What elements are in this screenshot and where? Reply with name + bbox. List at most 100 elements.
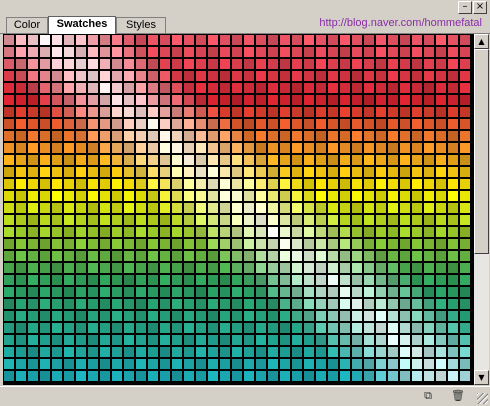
swatch-cell[interactable] — [172, 71, 182, 81]
swatch-cell[interactable] — [436, 287, 446, 297]
swatch-cell[interactable] — [28, 323, 38, 333]
swatch-cell[interactable] — [100, 47, 110, 57]
swatch-cell[interactable] — [316, 347, 326, 357]
swatch-cell[interactable] — [196, 119, 206, 129]
swatch-cell[interactable] — [136, 323, 146, 333]
swatch-cell[interactable] — [436, 371, 446, 381]
swatch-cell[interactable] — [436, 59, 446, 69]
swatch-cell[interactable] — [328, 71, 338, 81]
swatch-cell[interactable] — [436, 47, 446, 57]
swatch-cell[interactable] — [412, 323, 422, 333]
swatch-cell[interactable] — [16, 167, 26, 177]
swatch-cell[interactable] — [304, 251, 314, 261]
swatch-cell[interactable] — [424, 203, 434, 213]
swatch-cell[interactable] — [28, 275, 38, 285]
swatch-cell[interactable] — [136, 371, 146, 381]
swatch-cell[interactable] — [268, 335, 278, 345]
swatch-cell[interactable] — [292, 239, 302, 249]
swatch-cell[interactable] — [16, 275, 26, 285]
swatch-cell[interactable] — [424, 119, 434, 129]
swatch-cell[interactable] — [4, 95, 14, 105]
swatch-cell[interactable] — [196, 359, 206, 369]
swatch-cell[interactable] — [76, 191, 86, 201]
swatch-cell[interactable] — [232, 59, 242, 69]
swatch-cell[interactable] — [220, 59, 230, 69]
swatch-cell[interactable] — [76, 131, 86, 141]
swatch-cell[interactable] — [256, 347, 266, 357]
swatch-cell[interactable] — [400, 251, 410, 261]
swatch-cell[interactable] — [28, 215, 38, 225]
swatch-cell[interactable] — [352, 299, 362, 309]
swatch-cell[interactable] — [268, 155, 278, 165]
swatch-cell[interactable] — [364, 239, 374, 249]
swatch-cell[interactable] — [304, 131, 314, 141]
swatch-cell[interactable] — [172, 251, 182, 261]
swatch-cell[interactable] — [208, 299, 218, 309]
swatch-cell[interactable] — [460, 299, 470, 309]
swatch-cell[interactable] — [328, 227, 338, 237]
swatch-cell[interactable] — [196, 311, 206, 321]
scroll-thumb[interactable] — [474, 49, 489, 254]
swatch-cell[interactable] — [196, 239, 206, 249]
swatch-cell[interactable] — [136, 143, 146, 153]
swatch-cell[interactable] — [388, 143, 398, 153]
swatch-cell[interactable] — [148, 155, 158, 165]
swatch-cell[interactable] — [28, 311, 38, 321]
swatch-cell[interactable] — [112, 203, 122, 213]
swatch-cell[interactable] — [160, 251, 170, 261]
swatch-cell[interactable] — [136, 251, 146, 261]
swatch-cell[interactable] — [400, 155, 410, 165]
swatch-cell[interactable] — [172, 275, 182, 285]
swatch-cell[interactable] — [268, 359, 278, 369]
swatch-cell[interactable] — [4, 71, 14, 81]
swatch-cell[interactable] — [124, 239, 134, 249]
swatch-cell[interactable] — [184, 287, 194, 297]
swatch-cell[interactable] — [388, 83, 398, 93]
swatch-cell[interactable] — [76, 215, 86, 225]
swatch-cell[interactable] — [280, 179, 290, 189]
swatch-cell[interactable] — [388, 263, 398, 273]
swatch-cell[interactable] — [16, 323, 26, 333]
swatch-cell[interactable] — [136, 263, 146, 273]
swatch-cell[interactable] — [88, 179, 98, 189]
swatch-cell[interactable] — [328, 323, 338, 333]
swatch-cell[interactable] — [220, 83, 230, 93]
swatch-cell[interactable] — [400, 83, 410, 93]
swatch-cell[interactable] — [460, 263, 470, 273]
swatch-cell[interactable] — [256, 155, 266, 165]
swatch-cell[interactable] — [280, 263, 290, 273]
swatch-cell[interactable] — [4, 359, 14, 369]
swatch-cell[interactable] — [88, 59, 98, 69]
swatch-cell[interactable] — [124, 155, 134, 165]
swatch-cell[interactable] — [388, 155, 398, 165]
swatch-cell[interactable] — [256, 35, 266, 45]
swatch-cell[interactable] — [352, 239, 362, 249]
swatch-cell[interactable] — [292, 311, 302, 321]
swatch-cell[interactable] — [172, 203, 182, 213]
swatch-cell[interactable] — [208, 287, 218, 297]
swatch-cell[interactable] — [112, 107, 122, 117]
swatch-cell[interactable] — [292, 191, 302, 201]
swatch-cell[interactable] — [376, 155, 386, 165]
swatch-cell[interactable] — [376, 287, 386, 297]
swatch-cell[interactable] — [100, 107, 110, 117]
swatch-cell[interactable] — [244, 275, 254, 285]
swatch-cell[interactable] — [76, 203, 86, 213]
swatch-cell[interactable] — [88, 203, 98, 213]
swatch-cell[interactable] — [184, 35, 194, 45]
swatch-cell[interactable] — [280, 131, 290, 141]
swatch-cell[interactable] — [256, 47, 266, 57]
swatch-cell[interactable] — [352, 311, 362, 321]
swatch-cell[interactable] — [256, 179, 266, 189]
swatch-cell[interactable] — [88, 143, 98, 153]
swatch-cell[interactable] — [136, 191, 146, 201]
swatch-cell[interactable] — [64, 359, 74, 369]
swatch-cell[interactable] — [220, 371, 230, 381]
swatch-cell[interactable] — [40, 179, 50, 189]
swatch-cell[interactable] — [28, 35, 38, 45]
swatch-cell[interactable] — [304, 335, 314, 345]
swatch-cell[interactable] — [292, 179, 302, 189]
swatch-cell[interactable] — [424, 155, 434, 165]
swatch-cell[interactable] — [304, 323, 314, 333]
swatch-cell[interactable] — [196, 35, 206, 45]
